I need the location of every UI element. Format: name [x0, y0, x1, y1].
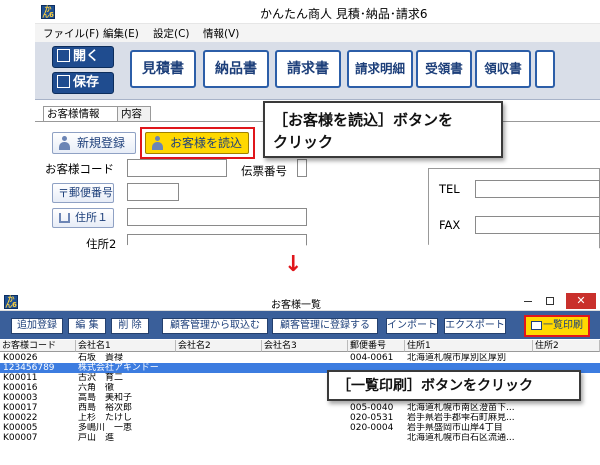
- customer-code-field[interactable]: [127, 159, 227, 177]
- cell-code: K00003: [3, 393, 38, 403]
- menu-info[interactable]: 情報(V): [203, 26, 239, 41]
- col-code[interactable]: お客様コード: [0, 340, 76, 352]
- cell-zip: 005-0040: [350, 403, 394, 413]
- cell-name: 石坂 貴禄: [78, 353, 124, 363]
- delete-button[interactable]: 削 除: [111, 318, 149, 334]
- cell-addr: 岩手県岩手郡雫石町麻見...: [407, 413, 515, 423]
- estimate-button[interactable]: 見積書: [130, 50, 196, 88]
- cell-zip: 020-0004: [350, 423, 394, 433]
- tel-label: TEL: [439, 182, 460, 196]
- tab-customer-info[interactable]: お客様情報: [43, 106, 125, 122]
- cell-addr: 北海道札幌市厚別区厚別: [407, 353, 507, 363]
- menu-settings[interactable]: 設定(C): [153, 26, 190, 41]
- address1-button[interactable]: 住所１: [52, 208, 114, 228]
- window-title: かんたん商人 見積･納品･請求6: [260, 7, 428, 21]
- register-to-crm-button[interactable]: 顧客管理に登録する: [272, 318, 378, 334]
- table-row[interactable]: K00017 西島 裕次郎 005-0040 北海道札幌市南区澄苗下...: [0, 403, 600, 413]
- import-button[interactable]: インポート: [386, 318, 438, 334]
- cell-code: K00007: [3, 433, 38, 443]
- toolbar: 開く 保存 見積書 納品書 請求書 請求明細 受領書 領収書: [35, 42, 600, 100]
- table-row[interactable]: K00022 上杉 たけし 020-0531 岩手県岩手郡雫石町麻見...: [0, 413, 600, 423]
- app-icon: かん6: [41, 5, 55, 19]
- cell-name: 戸山 進: [78, 433, 115, 443]
- cell-name: 六角 徹: [78, 383, 115, 393]
- col-address1[interactable]: 住所1: [405, 340, 533, 352]
- tel-field[interactable]: [475, 180, 600, 198]
- col-zip[interactable]: 郵便番号: [348, 340, 405, 352]
- add-button[interactable]: 追加登録: [11, 318, 63, 334]
- cell-zip: 020-0531: [350, 413, 394, 423]
- load-button-callout: ［お客様を読込］ボタンを クリック: [263, 101, 503, 158]
- save-button[interactable]: 保存: [52, 72, 114, 94]
- list-toolbar: 追加登録 編 集 削 除 顧客管理から取込む 顧客管理に登録する インポート エ…: [0, 311, 600, 339]
- house-icon: [59, 213, 70, 223]
- invoice-button[interactable]: 請求書: [275, 50, 341, 88]
- down-arrow-icon: ↓: [284, 252, 303, 277]
- open-button[interactable]: 開く: [52, 46, 114, 68]
- cell-name: 高島 美和子: [78, 393, 133, 403]
- cell-code: K00005: [3, 423, 38, 433]
- fax-field[interactable]: [475, 216, 600, 234]
- export-button[interactable]: エクスポート: [444, 318, 506, 334]
- minimize-icon[interactable]: [524, 301, 532, 302]
- cell-zip: 004-0061: [350, 353, 394, 363]
- cell-addr: 北海道札幌市南区澄苗下...: [407, 403, 515, 413]
- customer-code-label: お客様コード: [45, 162, 114, 176]
- cell-code: K00017: [3, 403, 38, 413]
- menu-file[interactable]: ファイル(F): [43, 26, 99, 41]
- cell-code: 123456789: [3, 363, 55, 373]
- list-title-bar: かん6 お客様一覧 ✕: [0, 293, 600, 311]
- title-bar: かん6 かんたん商人 見積･納品･請求6: [35, 0, 600, 24]
- cell-addr: 北海道札幌市白石区流通...: [407, 433, 515, 443]
- address1-field[interactable]: [127, 208, 307, 226]
- print-button-callout: ［一覧印刷］ボタンをクリック: [327, 370, 581, 401]
- slip-number-field[interactable]: [297, 159, 307, 177]
- col-address2[interactable]: 住所2: [533, 340, 600, 352]
- save-icon: [57, 75, 70, 88]
- cell-code: K00011: [3, 373, 38, 383]
- cell-name: 上杉 たけし: [78, 413, 133, 423]
- cell-name: 西島 裕次郎: [78, 403, 133, 413]
- print-list-button[interactable]: 一覧印刷: [524, 315, 590, 337]
- more-doc-button[interactable]: [535, 50, 555, 88]
- new-register-button[interactable]: 新規登録: [52, 132, 136, 154]
- col-company2[interactable]: 会社名2: [176, 340, 262, 352]
- table-row[interactable]: K00005 多嶋川 一恵 020-0004 岩手県盛岡市山岸4丁目: [0, 423, 600, 433]
- receipt-button[interactable]: 領収書: [475, 50, 531, 88]
- cell-addr: 岩手県盛岡市山岸4丁目: [407, 423, 503, 433]
- cell-code: K00016: [3, 383, 38, 393]
- close-icon[interactable]: ✕: [566, 293, 596, 309]
- delivery-button[interactable]: 納品書: [203, 50, 269, 88]
- postal-code-field[interactable]: [127, 183, 179, 201]
- list-window-title: お客様一覧: [271, 300, 321, 311]
- postal-icon: 〒: [58, 187, 69, 200]
- menu-edit[interactable]: 編集(E): [103, 26, 139, 41]
- col-company1[interactable]: 会社名1: [76, 340, 176, 352]
- maximize-icon[interactable]: [546, 297, 554, 305]
- table-row[interactable]: K00026 石坂 貴禄 004-0061 北海道札幌市厚別区厚別: [0, 353, 600, 363]
- col-company3[interactable]: 会社名3: [262, 340, 348, 352]
- cell-code: K00026: [3, 353, 38, 363]
- slip-number-label: 伝票番号: [241, 164, 287, 178]
- cell-name: 株式会社アキンドー: [78, 363, 159, 373]
- import-from-crm-button[interactable]: 顧客管理から取込む: [162, 318, 268, 334]
- postal-code-button[interactable]: 〒郵便番号: [52, 183, 114, 203]
- printer-icon: [531, 321, 542, 330]
- open-icon: [57, 49, 70, 62]
- invoice-detail-button[interactable]: 請求明細: [347, 50, 413, 88]
- receipt-acknowledge-button[interactable]: 受領書: [416, 50, 472, 88]
- torn-edge-bottom: [0, 455, 600, 465]
- table-row[interactable]: K00007 戸山 進 北海道札幌市白石区流通...: [0, 433, 600, 443]
- person-icon: [59, 136, 70, 150]
- customer-table: お客様コード 会社名1 会社名2 会社名3 郵便番号 住所1 住所2 K0002…: [0, 340, 600, 465]
- fax-label: FAX: [439, 218, 461, 232]
- cell-name: 古沢 育二: [78, 373, 124, 383]
- menu-bar: ファイル(F) 編集(E) 設定(C) 情報(V): [35, 24, 600, 42]
- highlight-box: [140, 127, 255, 159]
- cell-name: 多嶋川 一恵: [78, 423, 133, 433]
- tab-content[interactable]: 内容: [117, 106, 151, 122]
- cell-code: K00022: [3, 413, 38, 423]
- app-icon: かん6: [4, 295, 18, 309]
- edit-button[interactable]: 編 集: [68, 318, 106, 334]
